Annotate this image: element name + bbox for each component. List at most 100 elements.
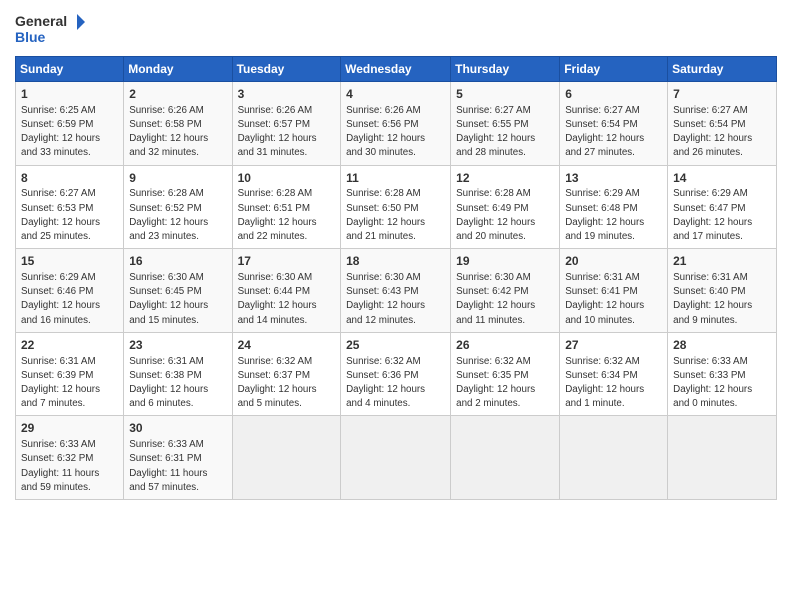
day-cell: 18Sunrise: 6:30 AM Sunset: 6:43 PM Dayli… [341,249,451,333]
day-number: 10 [238,170,336,187]
day-cell: 8Sunrise: 6:27 AM Sunset: 6:53 PM Daylig… [16,165,124,249]
logo: General Blue [15,10,85,48]
col-header-monday: Monday [124,57,232,82]
day-detail: Sunrise: 6:26 AM Sunset: 6:56 PM Dayligh… [346,104,445,161]
day-cell: 23Sunrise: 6:31 AM Sunset: 6:38 PM Dayli… [124,332,232,416]
day-detail: Sunrise: 6:33 AM Sunset: 6:33 PM Dayligh… [673,355,771,412]
calendar-header-row: SundayMondayTuesdayWednesdayThursdayFrid… [16,57,777,82]
col-header-friday: Friday [560,57,668,82]
day-number: 28 [673,337,771,354]
day-cell: 24Sunrise: 6:32 AM Sunset: 6:37 PM Dayli… [232,332,341,416]
day-detail: Sunrise: 6:27 AM Sunset: 6:55 PM Dayligh… [456,104,554,161]
day-detail: Sunrise: 6:25 AM Sunset: 6:59 PM Dayligh… [21,104,118,161]
day-detail: Sunrise: 6:31 AM Sunset: 6:40 PM Dayligh… [673,271,771,328]
day-cell [232,416,341,500]
day-number: 29 [21,420,118,437]
day-number: 26 [456,337,554,354]
day-cell: 1Sunrise: 6:25 AM Sunset: 6:59 PM Daylig… [16,82,124,166]
day-cell: 16Sunrise: 6:30 AM Sunset: 6:45 PM Dayli… [124,249,232,333]
header: General Blue [15,10,777,48]
day-detail: Sunrise: 6:27 AM Sunset: 6:54 PM Dayligh… [565,104,662,161]
col-header-sunday: Sunday [16,57,124,82]
week-row-4: 22Sunrise: 6:31 AM Sunset: 6:39 PM Dayli… [16,332,777,416]
day-detail: Sunrise: 6:29 AM Sunset: 6:48 PM Dayligh… [565,187,662,244]
day-cell: 7Sunrise: 6:27 AM Sunset: 6:54 PM Daylig… [668,82,777,166]
day-detail: Sunrise: 6:32 AM Sunset: 6:37 PM Dayligh… [238,355,336,412]
day-detail: Sunrise: 6:32 AM Sunset: 6:35 PM Dayligh… [456,355,554,412]
day-number: 13 [565,170,662,187]
day-cell: 29Sunrise: 6:33 AM Sunset: 6:32 PM Dayli… [16,416,124,500]
day-number: 27 [565,337,662,354]
day-number: 11 [346,170,445,187]
svg-text:Blue: Blue [15,29,46,45]
day-detail: Sunrise: 6:32 AM Sunset: 6:34 PM Dayligh… [565,355,662,412]
logo-svg: General Blue [15,10,85,48]
day-cell: 13Sunrise: 6:29 AM Sunset: 6:48 PM Dayli… [560,165,668,249]
day-cell: 25Sunrise: 6:32 AM Sunset: 6:36 PM Dayli… [341,332,451,416]
day-number: 20 [565,253,662,270]
day-detail: Sunrise: 6:30 AM Sunset: 6:43 PM Dayligh… [346,271,445,328]
day-cell: 10Sunrise: 6:28 AM Sunset: 6:51 PM Dayli… [232,165,341,249]
day-number: 1 [21,86,118,103]
day-cell: 6Sunrise: 6:27 AM Sunset: 6:54 PM Daylig… [560,82,668,166]
day-cell: 15Sunrise: 6:29 AM Sunset: 6:46 PM Dayli… [16,249,124,333]
day-detail: Sunrise: 6:30 AM Sunset: 6:42 PM Dayligh… [456,271,554,328]
day-number: 21 [673,253,771,270]
day-number: 23 [129,337,226,354]
day-number: 14 [673,170,771,187]
day-number: 22 [21,337,118,354]
week-row-2: 8Sunrise: 6:27 AM Sunset: 6:53 PM Daylig… [16,165,777,249]
day-detail: Sunrise: 6:28 AM Sunset: 6:49 PM Dayligh… [456,187,554,244]
day-number: 8 [21,170,118,187]
svg-text:General: General [15,13,67,29]
day-number: 7 [673,86,771,103]
col-header-tuesday: Tuesday [232,57,341,82]
day-cell: 27Sunrise: 6:32 AM Sunset: 6:34 PM Dayli… [560,332,668,416]
day-cell: 19Sunrise: 6:30 AM Sunset: 6:42 PM Dayli… [451,249,560,333]
day-cell: 5Sunrise: 6:27 AM Sunset: 6:55 PM Daylig… [451,82,560,166]
day-detail: Sunrise: 6:27 AM Sunset: 6:54 PM Dayligh… [673,104,771,161]
day-detail: Sunrise: 6:28 AM Sunset: 6:52 PM Dayligh… [129,187,226,244]
day-detail: Sunrise: 6:31 AM Sunset: 6:39 PM Dayligh… [21,355,118,412]
day-number: 18 [346,253,445,270]
day-detail: Sunrise: 6:31 AM Sunset: 6:41 PM Dayligh… [565,271,662,328]
day-cell: 11Sunrise: 6:28 AM Sunset: 6:50 PM Dayli… [341,165,451,249]
day-detail: Sunrise: 6:30 AM Sunset: 6:44 PM Dayligh… [238,271,336,328]
day-detail: Sunrise: 6:33 AM Sunset: 6:31 PM Dayligh… [129,438,226,495]
day-number: 16 [129,253,226,270]
day-cell: 21Sunrise: 6:31 AM Sunset: 6:40 PM Dayli… [668,249,777,333]
day-cell: 17Sunrise: 6:30 AM Sunset: 6:44 PM Dayli… [232,249,341,333]
day-detail: Sunrise: 6:26 AM Sunset: 6:58 PM Dayligh… [129,104,226,161]
day-detail: Sunrise: 6:33 AM Sunset: 6:32 PM Dayligh… [21,438,118,495]
day-detail: Sunrise: 6:27 AM Sunset: 6:53 PM Dayligh… [21,187,118,244]
day-detail: Sunrise: 6:32 AM Sunset: 6:36 PM Dayligh… [346,355,445,412]
day-detail: Sunrise: 6:29 AM Sunset: 6:46 PM Dayligh… [21,271,118,328]
day-detail: Sunrise: 6:28 AM Sunset: 6:50 PM Dayligh… [346,187,445,244]
col-header-saturday: Saturday [668,57,777,82]
day-cell: 4Sunrise: 6:26 AM Sunset: 6:56 PM Daylig… [341,82,451,166]
day-number: 15 [21,253,118,270]
day-number: 30 [129,420,226,437]
col-header-wednesday: Wednesday [341,57,451,82]
day-cell: 30Sunrise: 6:33 AM Sunset: 6:31 PM Dayli… [124,416,232,500]
day-number: 17 [238,253,336,270]
day-detail: Sunrise: 6:26 AM Sunset: 6:57 PM Dayligh… [238,104,336,161]
day-detail: Sunrise: 6:29 AM Sunset: 6:47 PM Dayligh… [673,187,771,244]
day-cell: 2Sunrise: 6:26 AM Sunset: 6:58 PM Daylig… [124,82,232,166]
day-number: 4 [346,86,445,103]
day-number: 12 [456,170,554,187]
week-row-1: 1Sunrise: 6:25 AM Sunset: 6:59 PM Daylig… [16,82,777,166]
day-cell [560,416,668,500]
calendar-table: SundayMondayTuesdayWednesdayThursdayFrid… [15,56,777,500]
day-detail: Sunrise: 6:31 AM Sunset: 6:38 PM Dayligh… [129,355,226,412]
day-cell: 20Sunrise: 6:31 AM Sunset: 6:41 PM Dayli… [560,249,668,333]
day-cell [451,416,560,500]
week-row-3: 15Sunrise: 6:29 AM Sunset: 6:46 PM Dayli… [16,249,777,333]
day-cell: 14Sunrise: 6:29 AM Sunset: 6:47 PM Dayli… [668,165,777,249]
day-cell [668,416,777,500]
day-detail: Sunrise: 6:28 AM Sunset: 6:51 PM Dayligh… [238,187,336,244]
day-number: 24 [238,337,336,354]
col-header-thursday: Thursday [451,57,560,82]
day-number: 5 [456,86,554,103]
day-number: 9 [129,170,226,187]
